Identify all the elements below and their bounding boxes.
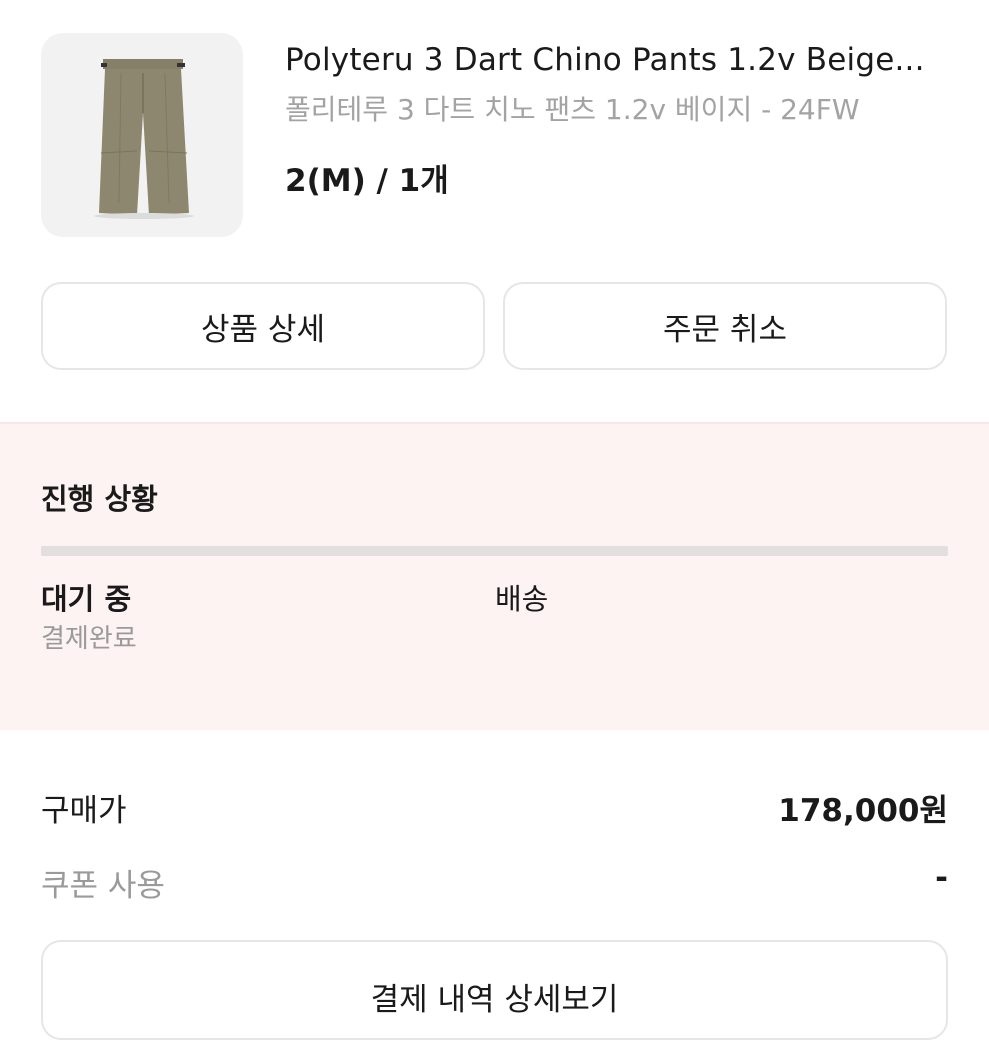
progress-bar (41, 546, 948, 556)
current-step-label: 대기 중 (41, 582, 132, 616)
current-step-sublabel: 결제완료 (41, 624, 137, 654)
price-label: 구매가 (41, 793, 127, 829)
next-step-label: 배송 (495, 582, 549, 616)
progress-section: 진행 상황 대기 중 결제완료 배송 (0, 424, 989, 730)
payment-details-button[interactable]: 결제 내역 상세보기 (41, 940, 948, 1040)
cancel-order-button[interactable]: 주문 취소 (503, 282, 947, 370)
coupon-label: 쿠폰 사용 (41, 868, 165, 904)
coupon-value: - (935, 860, 948, 896)
pants-image (94, 59, 194, 219)
product-option: 2(M) / 1개 (285, 163, 449, 199)
product-thumbnail[interactable] (41, 33, 243, 237)
product-detail-button[interactable]: 상품 상세 (41, 282, 485, 370)
product-title[interactable]: Polyteru 3 Dart Chino Pants 1.2v Beige..… (285, 42, 955, 78)
price-value: 178,000원 (778, 793, 948, 829)
progress-title: 진행 상황 (41, 482, 158, 516)
product-subtitle: 폴리테루 3 다트 치노 팬츠 1.2v 베이지 - 24FW (285, 93, 860, 126)
